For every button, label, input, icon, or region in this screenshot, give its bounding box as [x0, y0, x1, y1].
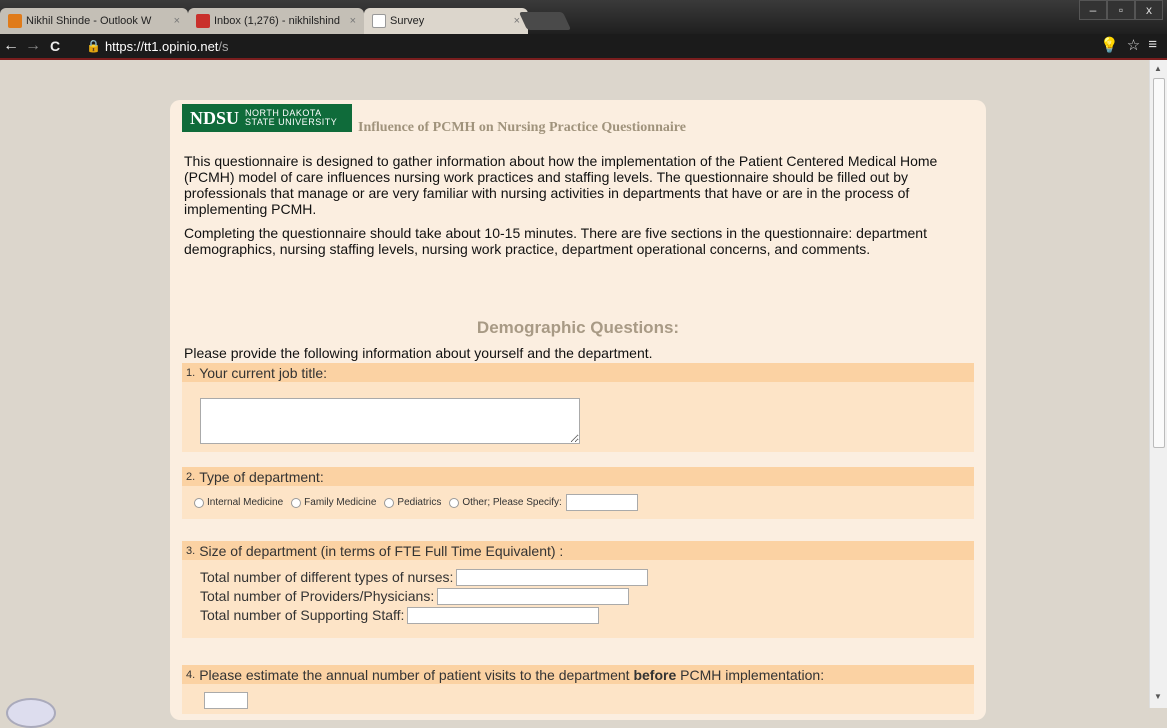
- question-header: 3. Size of department (in terms of FTE F…: [182, 541, 974, 560]
- question-header: 2. Type of department:: [182, 467, 974, 486]
- question-2: 2. Type of department: Internal Medicine…: [182, 467, 974, 519]
- star-icon[interactable]: ☆: [1127, 36, 1140, 54]
- question-header: 1. Your current job title:: [182, 363, 974, 382]
- close-window-button[interactable]: x: [1135, 0, 1163, 20]
- scroll-thumb[interactable]: [1153, 78, 1165, 448]
- toolbar-divider: [0, 58, 1167, 60]
- url-host: https://tt1.opinio.net: [104, 38, 219, 54]
- outlook-icon: [8, 14, 22, 28]
- gmail-icon: [196, 14, 210, 28]
- question-text: Please estimate the annual number of pat…: [199, 666, 825, 683]
- close-icon[interactable]: ×: [174, 15, 180, 27]
- ndsu-logo: NDSU NORTH DAKOTA STATE UNIVERSITY: [182, 104, 352, 132]
- question-header: 4. Please estimate the annual number of …: [182, 665, 974, 684]
- close-icon[interactable]: ×: [514, 15, 520, 27]
- menu-icon[interactable]: ≡: [1148, 36, 1157, 54]
- scroll-down-icon[interactable]: ▼: [1154, 692, 1162, 701]
- question-4: 4. Please estimate the annual number of …: [182, 665, 974, 714]
- intro-text: This questionnaire is designed to gather…: [184, 153, 974, 265]
- section-title: Demographic Questions:: [476, 318, 680, 337]
- tab-gmail[interactable]: Inbox (1,276) - nikhilshind ×: [188, 8, 364, 34]
- providers-count-input[interactable]: [437, 588, 630, 605]
- intro-paragraph: This questionnaire is designed to gather…: [184, 153, 938, 217]
- address-bar[interactable]: 🔒 https://tt1.opinio.net/s: [86, 36, 1086, 56]
- radio-internal-medicine[interactable]: [194, 497, 204, 508]
- tab-title: Inbox (1,276) - nikhilshind: [214, 15, 340, 27]
- job-title-textarea[interactable]: [200, 398, 580, 444]
- page-scrollbar[interactable]: ▲ ▼: [1149, 60, 1167, 708]
- survey-title: Influence of PCMH on Nursing Practice Qu…: [358, 120, 686, 135]
- maximize-button[interactable]: ▫: [1107, 0, 1135, 20]
- scroll-up-icon[interactable]: ▲: [1154, 64, 1162, 73]
- tab-strip: Nikhil Shinde - Outlook W × Inbox (1,276…: [0, 0, 1167, 34]
- back-button[interactable]: ←: [0, 37, 22, 55]
- tab-title: Nikhil Shinde - Outlook W: [26, 15, 152, 27]
- intro-paragraph: Completing the questionnaire should take…: [184, 225, 927, 257]
- survey-header: NDSU NORTH DAKOTA STATE UNIVERSITY Influe…: [182, 104, 686, 135]
- page-icon: [372, 14, 386, 28]
- field-row: Total number of different types of nurse…: [200, 568, 956, 587]
- visits-before-input[interactable]: [204, 692, 248, 709]
- field-row: Total number of Supporting Staff:: [200, 606, 956, 625]
- browser-toolbar: ← → C 🔒 https://tt1.opinio.net/s 💡 ☆ ≡: [0, 34, 1167, 58]
- radio-family-medicine[interactable]: [291, 497, 302, 508]
- close-icon[interactable]: ×: [350, 15, 356, 27]
- reload-button[interactable]: C: [44, 38, 66, 54]
- forward-button[interactable]: →: [22, 37, 44, 55]
- staff-count-input[interactable]: [407, 607, 600, 624]
- question-text: Your current job title:: [199, 364, 328, 381]
- url-path: /s: [218, 38, 229, 54]
- nurses-count-input[interactable]: [456, 569, 649, 586]
- question-text: Size of department (in terms of FTE Full…: [199, 542, 564, 559]
- tab-title: Survey: [390, 15, 425, 27]
- radio-pediatrics[interactable]: [384, 497, 395, 508]
- radio-other[interactable]: [449, 497, 460, 508]
- question-3: 3. Size of department (in terms of FTE F…: [182, 541, 974, 638]
- tab-outlook[interactable]: Nikhil Shinde - Outlook W ×: [0, 8, 188, 34]
- question-text: Type of department:: [199, 468, 324, 485]
- new-tab-button[interactable]: [518, 12, 572, 30]
- lock-icon: 🔒: [86, 39, 101, 53]
- tab-survey[interactable]: Survey ×: [364, 8, 528, 34]
- window-controls: – ▫ x: [1079, 0, 1163, 20]
- avatar[interactable]: [6, 698, 56, 728]
- field-row: Total number of Providers/Physicians:: [200, 587, 956, 606]
- question-1: 1. Your current job title:: [182, 363, 974, 452]
- lightbulb-icon[interactable]: 💡: [1100, 36, 1119, 54]
- department-type-options: Internal Medicine Family Medicine Pediat…: [182, 486, 974, 519]
- minimize-button[interactable]: –: [1079, 0, 1107, 20]
- section-subtitle: Please provide the following information…: [184, 345, 653, 361]
- other-specify-input[interactable]: [565, 494, 638, 511]
